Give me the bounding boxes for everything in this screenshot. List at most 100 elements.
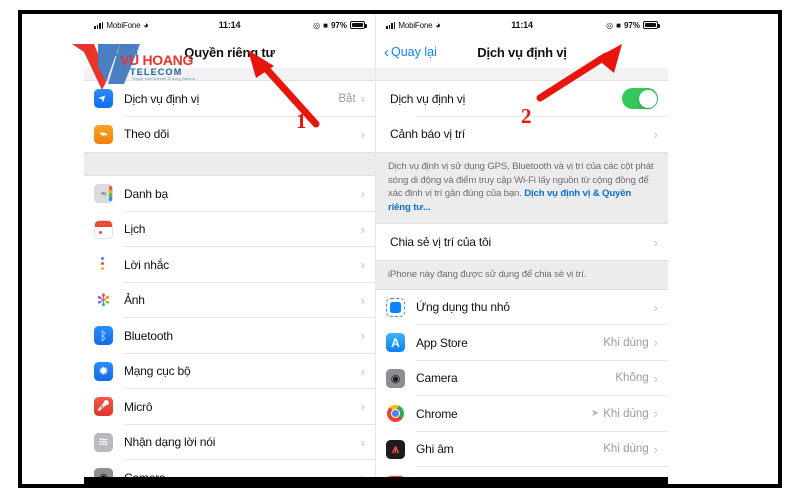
local-network-icon: [94, 361, 113, 381]
list-item-label: Ghi âm: [416, 442, 454, 457]
row-label: Dịch vụ định vị: [390, 91, 466, 106]
chevron-right-icon: ›: [360, 126, 365, 142]
left-nav-bar: ‹ Cài đặt Quyền riêng tư: [84, 36, 375, 68]
location-services-toggle[interactable]: [622, 88, 658, 110]
list-item-value: Khi dùng: [603, 407, 649, 420]
carrier-label: MobiFone: [106, 20, 141, 30]
list-item-value: Khi dùng: [603, 336, 649, 349]
chevron-right-icon: ›: [360, 363, 365, 379]
chevron-right-icon: ›: [360, 257, 365, 273]
battery-icon: [350, 21, 367, 29]
bluetooth-icon: [94, 326, 113, 346]
app-store-icon: [386, 333, 405, 353]
screenshot-frame: MobiFone ◕ 11:14 ◎ ■ 97% ‹ Cài đặt Quyền…: [18, 10, 782, 488]
chevron-right-icon: ›: [360, 399, 365, 415]
list-item-bluetooth[interactable]: Bluetooth ›: [84, 318, 375, 354]
reminders-icon: [94, 255, 113, 275]
list-item-contacts[interactable]: Danh bạ ›: [84, 176, 375, 212]
share-location-note: iPhone này đang được sử dụng để chia sẻ …: [376, 259, 668, 290]
wifi-icon: ◕: [143, 19, 149, 30]
list-item-value: Bật: [338, 92, 356, 105]
list-item-chrome[interactable]: Chrome ➤ Khi dùng ›: [376, 396, 668, 432]
status-left-group: MobiFone ◕: [94, 19, 202, 30]
list-item-label: Ảnh: [124, 293, 145, 308]
list-item-label: Chrome: [416, 406, 458, 421]
back-label: Quay lại: [391, 45, 437, 59]
share-my-location-row[interactable]: Chia sẻ vị trí của tôi ›: [376, 224, 668, 260]
status-right-group: ◎ ■ 97%: [549, 20, 660, 30]
list-item-label: Danh bạ: [124, 186, 168, 201]
battery-percent-label: 97%: [330, 20, 347, 30]
list-item-label: Bluetooth: [124, 328, 173, 343]
list-item-camera[interactable]: Camera Không ›: [376, 360, 668, 397]
chevron-right-icon: ›: [653, 370, 658, 386]
camera-icon: [386, 368, 405, 388]
carrier-label: MobiFone: [398, 20, 433, 30]
row-label: Cảnh báo vị trí: [390, 127, 466, 142]
calendar-icon: [94, 219, 113, 239]
chevron-left-icon: ‹: [384, 43, 389, 61]
chevron-right-icon: ›: [360, 91, 365, 107]
toggle-knob: [638, 89, 657, 108]
list-item-calendar[interactable]: Lịch ›: [84, 211, 375, 247]
wifi-icon: ◕: [435, 19, 441, 30]
list-item-value: Không: [615, 372, 649, 385]
status-clock: 11:14: [511, 20, 533, 30]
right-status-bar: MobiFone ◕ 11:14 ◎ ■ 97%: [376, 14, 668, 36]
bottom-black-bar: [84, 477, 668, 484]
annotation-number-one: 1: [296, 109, 307, 133]
list-item-app-store[interactable]: App Store Khi dùng ›: [376, 325, 668, 361]
list-item-label: Dịch vụ định vị: [124, 91, 200, 106]
list-item-label: Lời nhắc: [124, 257, 169, 272]
chevron-right-icon: ›: [653, 299, 658, 315]
voice-memos-icon: [386, 439, 405, 459]
left-status-bar: MobiFone ◕ 11:14 ◎ ■ 97%: [84, 14, 375, 36]
chevron-right-icon: ›: [653, 441, 658, 457]
chevron-right-icon: ›: [360, 221, 365, 237]
back-to-settings-button[interactable]: ‹ Cài đặt: [92, 45, 139, 60]
list-item-label: Nhận dạng lời nói: [124, 435, 216, 450]
screenshot-content: MobiFone ◕ 11:14 ◎ ■ 97% ‹ Cài đặt Quyền…: [84, 14, 668, 484]
microphone-icon: [94, 397, 113, 417]
cellular-signal-icon: [94, 21, 104, 29]
battery-icon: [643, 21, 660, 29]
list-item-photos[interactable]: Ảnh ›: [84, 282, 375, 318]
list-item-reminders[interactable]: Lời nhắc ›: [84, 247, 375, 283]
tracking-icon: [94, 124, 113, 144]
rotation-lock-icon: ■: [323, 20, 328, 30]
chevron-right-icon: ›: [653, 335, 658, 351]
chevron-right-icon: ›: [653, 406, 658, 422]
chevron-right-icon: ›: [653, 234, 658, 250]
location-services-icon: [94, 89, 113, 109]
app-clips-icon: [386, 297, 405, 317]
list-item-tracking[interactable]: Theo dõi ›: [84, 116, 375, 152]
list-item-local-network[interactable]: Mạng cục bộ ›: [84, 353, 375, 389]
location-arrow-icon: ◎: [606, 20, 614, 30]
rotation-lock-icon: ■: [616, 20, 621, 30]
status-right-group: ◎ ■ 97%: [257, 20, 367, 30]
list-item-label: Camera: [416, 371, 458, 386]
list-item-microphone[interactable]: Micrô ›: [84, 389, 375, 425]
status-left-group: MobiFone ◕: [386, 19, 495, 30]
list-item-speech-recognition[interactable]: Nhận dạng lời nói ›: [84, 424, 375, 460]
list-item-label: Theo dõi: [124, 127, 170, 142]
photos-icon: [94, 290, 113, 310]
list-item-voice-memos[interactable]: Ghi âm Khi dùng ›: [376, 431, 668, 468]
right-phone-screen: MobiFone ◕ 11:14 ◎ ■ 97% ‹ Quay lại Dịch…: [376, 14, 668, 484]
list-item-label: Mạng cục bộ: [124, 364, 191, 379]
chevron-right-icon: ›: [653, 126, 658, 142]
chevron-right-icon: ›: [360, 434, 365, 450]
list-item-label: Micrô: [124, 399, 153, 414]
chevron-right-icon: ›: [360, 292, 365, 308]
right-nav-separator: [376, 68, 668, 81]
location-arrow-icon: ◎: [313, 20, 321, 30]
list-item-label: Ứng dụng thu nhỏ: [416, 300, 510, 315]
cellular-signal-icon: [386, 21, 396, 29]
list-item-label: Lịch: [124, 222, 146, 237]
battery-percent-label: 97%: [623, 20, 640, 30]
list-item-app-clips[interactable]: Ứng dụng thu nhỏ ›: [376, 289, 668, 326]
row-label: Chia sẻ vị trí của tôi: [390, 235, 491, 250]
back-button[interactable]: ‹ Quay lại: [384, 45, 437, 60]
list-item-label: App Store: [416, 335, 468, 350]
list-item-location-services[interactable]: Dịch vụ định vị Bật ›: [84, 81, 375, 117]
